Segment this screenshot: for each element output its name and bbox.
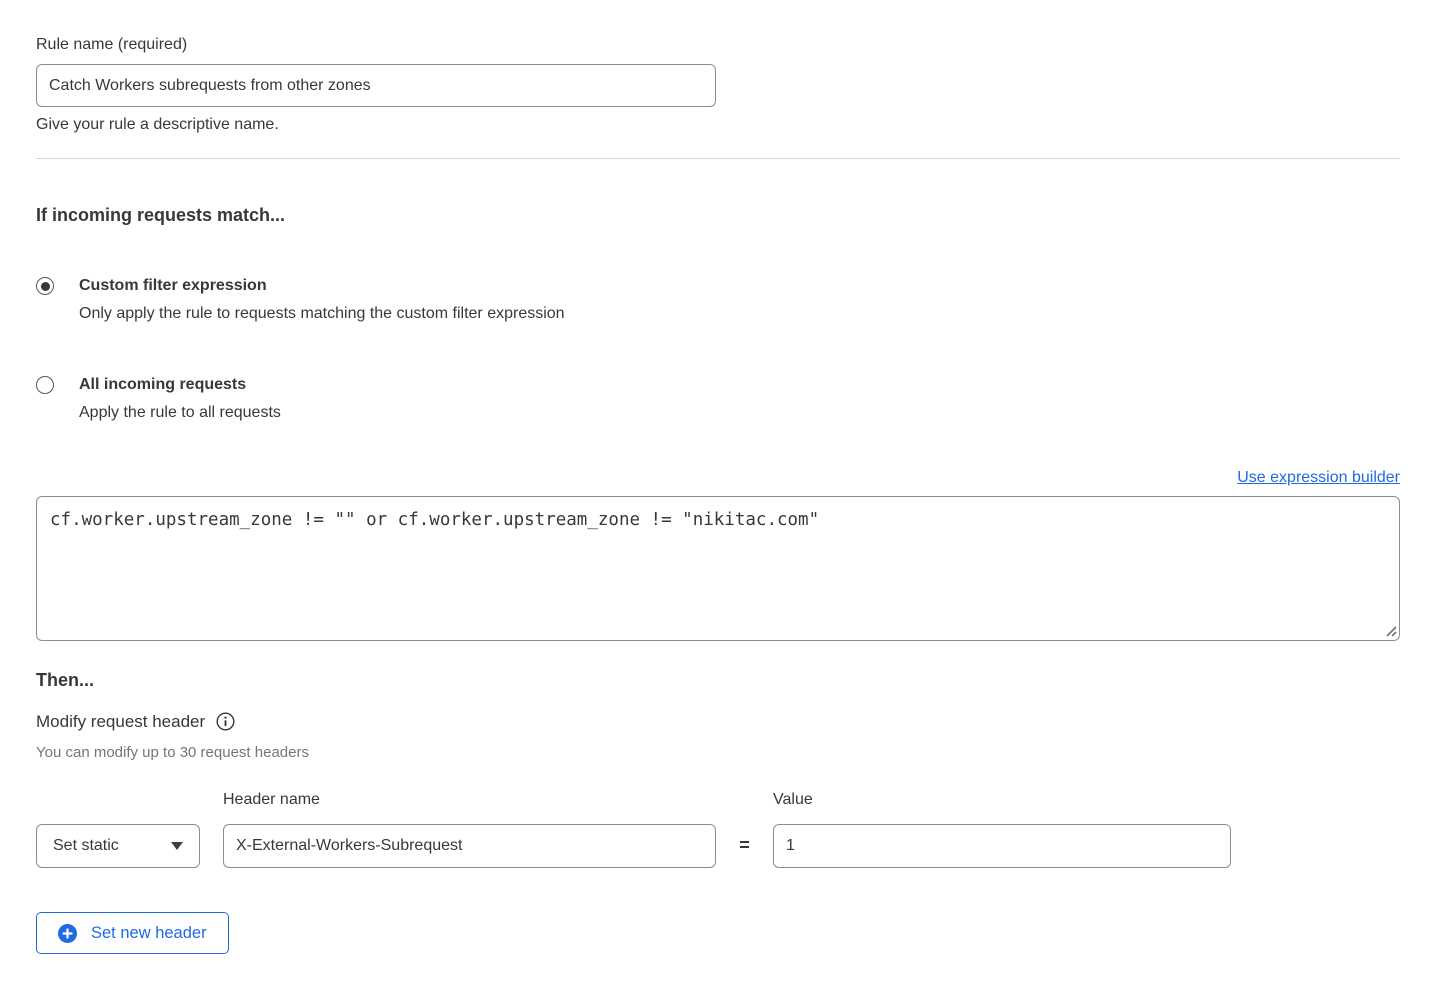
header-name-input[interactable] — [223, 824, 716, 868]
filter-expression-textarea[interactable]: cf.worker.upstream_zone != "" or cf.work… — [36, 496, 1400, 641]
radio-option-description: Only apply the rule to requests matching… — [79, 304, 565, 323]
info-icon[interactable] — [216, 712, 235, 731]
radio-option-custom-filter[interactable]: Custom filter expression Only apply the … — [36, 276, 1400, 323]
section-divider — [36, 158, 1400, 159]
match-section-heading: If incoming requests match... — [36, 204, 1400, 226]
operation-select[interactable]: Set static — [36, 824, 200, 868]
set-new-header-button-label: Set new header — [91, 924, 207, 943]
modify-header-helper: You can modify up to 30 request headers — [36, 744, 1400, 762]
value-label: Value — [773, 790, 1231, 809]
use-expression-builder-link[interactable]: Use expression builder — [1237, 469, 1400, 486]
radio-unselected-icon[interactable] — [36, 376, 54, 394]
equals-sign: = — [716, 835, 773, 868]
resize-grip-icon[interactable] — [1384, 624, 1397, 637]
rule-name-helper: Give your rule a descriptive name. — [36, 115, 1400, 134]
then-section-heading: Then... — [36, 669, 1400, 691]
rule-name-section: Rule name (required) Give your rule a de… — [36, 35, 1400, 134]
radio-option-description: Apply the rule to all requests — [79, 403, 281, 422]
plus-icon — [58, 924, 77, 943]
radio-selected-icon[interactable] — [36, 277, 54, 295]
radio-option-label[interactable]: All incoming requests — [79, 375, 281, 395]
header-editor-row: Set static Header name = Value — [36, 790, 1400, 868]
transform-rule-form: Rule name (required) Give your rule a de… — [0, 0, 1446, 987]
header-value-input[interactable] — [773, 824, 1231, 868]
radio-option-all-requests[interactable]: All incoming requests Apply the rule to … — [36, 375, 1400, 422]
match-type-radio-group: Custom filter expression Only apply the … — [36, 276, 1400, 422]
operation-select-value: Set static — [53, 837, 119, 855]
radio-option-label[interactable]: Custom filter expression — [79, 276, 565, 296]
header-name-label: Header name — [223, 790, 716, 809]
rule-name-label: Rule name (required) — [36, 35, 1400, 54]
set-new-header-button[interactable]: Set new header — [36, 912, 229, 954]
chevron-down-icon — [171, 842, 183, 850]
rule-name-input[interactable] — [36, 64, 716, 107]
modify-request-header-label: Modify request header — [36, 711, 205, 732]
